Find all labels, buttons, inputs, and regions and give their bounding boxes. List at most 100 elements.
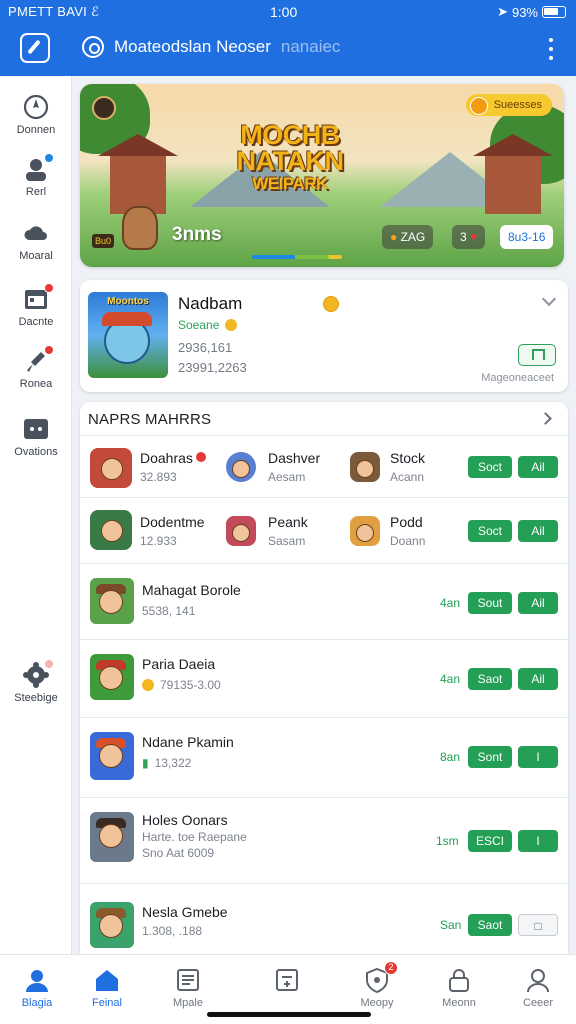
- hero-pill[interactable]: Sueesses: [465, 94, 552, 116]
- install-button[interactable]: Ail: [518, 520, 558, 542]
- install-button[interactable]: I: [518, 830, 558, 852]
- game-icon[interactable]: [90, 902, 134, 948]
- nav-label: Meopy: [360, 997, 394, 1009]
- game-title[interactable]: Peank: [268, 514, 308, 530]
- game-icon[interactable]: [90, 654, 134, 700]
- nav-label: Meonn: [442, 997, 476, 1009]
- gamepad-icon: [23, 416, 49, 442]
- game-icon[interactable]: [90, 812, 134, 862]
- chevron-right-icon[interactable]: [539, 412, 552, 425]
- nav-tab-calculator[interactable]: [252, 967, 322, 997]
- gift-icon: □: [534, 919, 542, 933]
- game-title[interactable]: Nesla Gmebe: [142, 904, 228, 920]
- list-title: NAPRS MAHRRS: [88, 411, 212, 428]
- sidebar-item-steebige[interactable]: Steebige: [0, 659, 72, 704]
- hero-title: MOCHB NATAKN WEIPARK: [220, 122, 360, 194]
- game-icon[interactable]: [350, 452, 380, 482]
- game-title[interactable]: Ndane Pkamin: [142, 734, 234, 750]
- featured-game-thumbnail: Moontos: [88, 292, 168, 378]
- game-icon[interactable]: [226, 516, 256, 546]
- game-title[interactable]: Dashver: [268, 450, 320, 466]
- sidebar-item-label: Moaral: [19, 250, 53, 262]
- hero-title-line2: NATAKN: [236, 146, 344, 176]
- game-stat: Acann: [390, 470, 425, 484]
- nav-tab-meopy[interactable]: 2 Meopy: [342, 961, 412, 1009]
- nav-tab-meonn[interactable]: Meonn: [424, 967, 494, 1009]
- table-row: Nesla Gmebe 1.308, .188 San Saot □: [80, 890, 568, 954]
- edit-icon[interactable]: [20, 33, 50, 63]
- hero-chip-hearts[interactable]: 3 ♥: [452, 225, 486, 249]
- sidebar-item-moaral[interactable]: Moaral: [0, 220, 72, 262]
- play-button[interactable]: Sout: [468, 592, 512, 614]
- game-icon[interactable]: [90, 510, 132, 550]
- game-stat-value: 79135-3.00: [160, 678, 221, 692]
- chevron-down-icon[interactable]: [541, 291, 557, 307]
- gift-button[interactable]: □: [518, 914, 558, 936]
- list-header[interactable]: NAPRS MAHRRS: [80, 402, 568, 436]
- nav-tab-mpale[interactable]: Mpale: [153, 967, 223, 1009]
- game-icon[interactable]: [226, 452, 256, 482]
- heart-icon: ♥: [470, 230, 478, 244]
- install-button[interactable]: Ail: [518, 592, 558, 614]
- game-icon[interactable]: [90, 732, 134, 780]
- install-button[interactable]: Ail: [518, 668, 558, 690]
- install-button[interactable]: I: [518, 746, 558, 768]
- play-button[interactable]: Saot: [468, 914, 512, 936]
- sidebar-item-ovations[interactable]: Ovations: [0, 416, 72, 458]
- app-title: Moateodslan Neoser: [114, 37, 271, 56]
- app-header: PMETT BAVI ℰ 1:00 ➤ 93% Moateodslan Neos…: [0, 0, 576, 76]
- play-button[interactable]: ESCI: [468, 830, 512, 852]
- game-stat: 12.933: [140, 534, 177, 548]
- install-button[interactable]: Ail: [518, 456, 558, 478]
- game-title[interactable]: Stock: [390, 450, 425, 466]
- share-button[interactable]: [518, 344, 556, 366]
- hero-chip-score[interactable]: ● ZAG: [382, 225, 434, 249]
- hero-banner[interactable]: Sueesses MOCHB NATAKN WEIPARK Bu0 3nms ●…: [80, 84, 564, 267]
- more-menu-icon[interactable]: [548, 38, 554, 60]
- game-icon[interactable]: [350, 516, 380, 546]
- play-button[interactable]: Sont: [468, 746, 512, 768]
- game-title[interactable]: Dodentme: [140, 514, 205, 530]
- shield-icon: 2: [364, 961, 398, 994]
- featured-game-subtitle: Soeane: [178, 318, 237, 332]
- battery-icon: [542, 6, 566, 18]
- notification-badge: [44, 153, 54, 163]
- game-title[interactable]: Mahagat Borole: [142, 582, 241, 598]
- game-stat: Sno Aat 6009: [142, 846, 215, 860]
- game-icon[interactable]: [90, 578, 134, 624]
- play-button[interactable]: Saot: [468, 668, 512, 690]
- game-title[interactable]: Podd: [390, 514, 423, 530]
- sidebar-item-ronea[interactable]: Ronea: [0, 345, 72, 390]
- featured-footer: Mageoneaceet: [481, 372, 554, 384]
- sidebar-item-donnen[interactable]: Donnen: [0, 94, 72, 136]
- game-title[interactable]: Paria Daeia: [142, 656, 215, 672]
- thumbnail-label: Moontos: [107, 296, 149, 307]
- featured-game-card[interactable]: Moontos Nadbam Soeane 2936,161 23991,226…: [80, 280, 568, 392]
- rocket-icon: [23, 345, 54, 374]
- sidebar-item-rerl[interactable]: Rerl: [0, 153, 72, 198]
- game-stat: 79135-3.00: [142, 678, 221, 692]
- bar-icon: ▮: [142, 756, 149, 770]
- home-indicator[interactable]: [207, 1012, 371, 1017]
- game-title[interactable]: Doahras: [140, 450, 193, 466]
- table-row: Paria Daeia 79135-3.00 4an Saot Ail: [80, 642, 568, 718]
- game-icon[interactable]: [90, 448, 132, 488]
- game-stat: ▮ 13,322: [142, 756, 191, 770]
- nav-tab-ceeer[interactable]: Ceeer: [503, 967, 573, 1009]
- compass-icon: [23, 94, 49, 120]
- nav-tab-feinal[interactable]: Feinal: [72, 967, 142, 1009]
- sidebar-item-label: Ovations: [14, 446, 58, 458]
- nav-label: Ceeer: [523, 997, 553, 1009]
- play-button[interactable]: Soct: [468, 520, 512, 542]
- featured-game-stat: 2936,161: [178, 340, 233, 355]
- nav-tab-blagia[interactable]: Blagia: [2, 967, 72, 1009]
- status-icons: ➤ 93%: [497, 4, 566, 20]
- table-row: Holes Oonars Harte. toe Raepane Sno Aat …: [80, 800, 568, 884]
- play-button[interactable]: Soct: [468, 456, 512, 478]
- game-title[interactable]: Holes Oonars: [142, 812, 228, 828]
- hero-chip-level[interactable]: 8u3-16: [500, 225, 554, 249]
- sidebar-item-dacnte[interactable]: Dacnte: [0, 283, 72, 328]
- sidebar: Donnen Rerl Moaral Dacnte Ronea Ovations: [0, 76, 72, 954]
- person-icon: [525, 967, 551, 993]
- user-icon: [23, 153, 54, 182]
